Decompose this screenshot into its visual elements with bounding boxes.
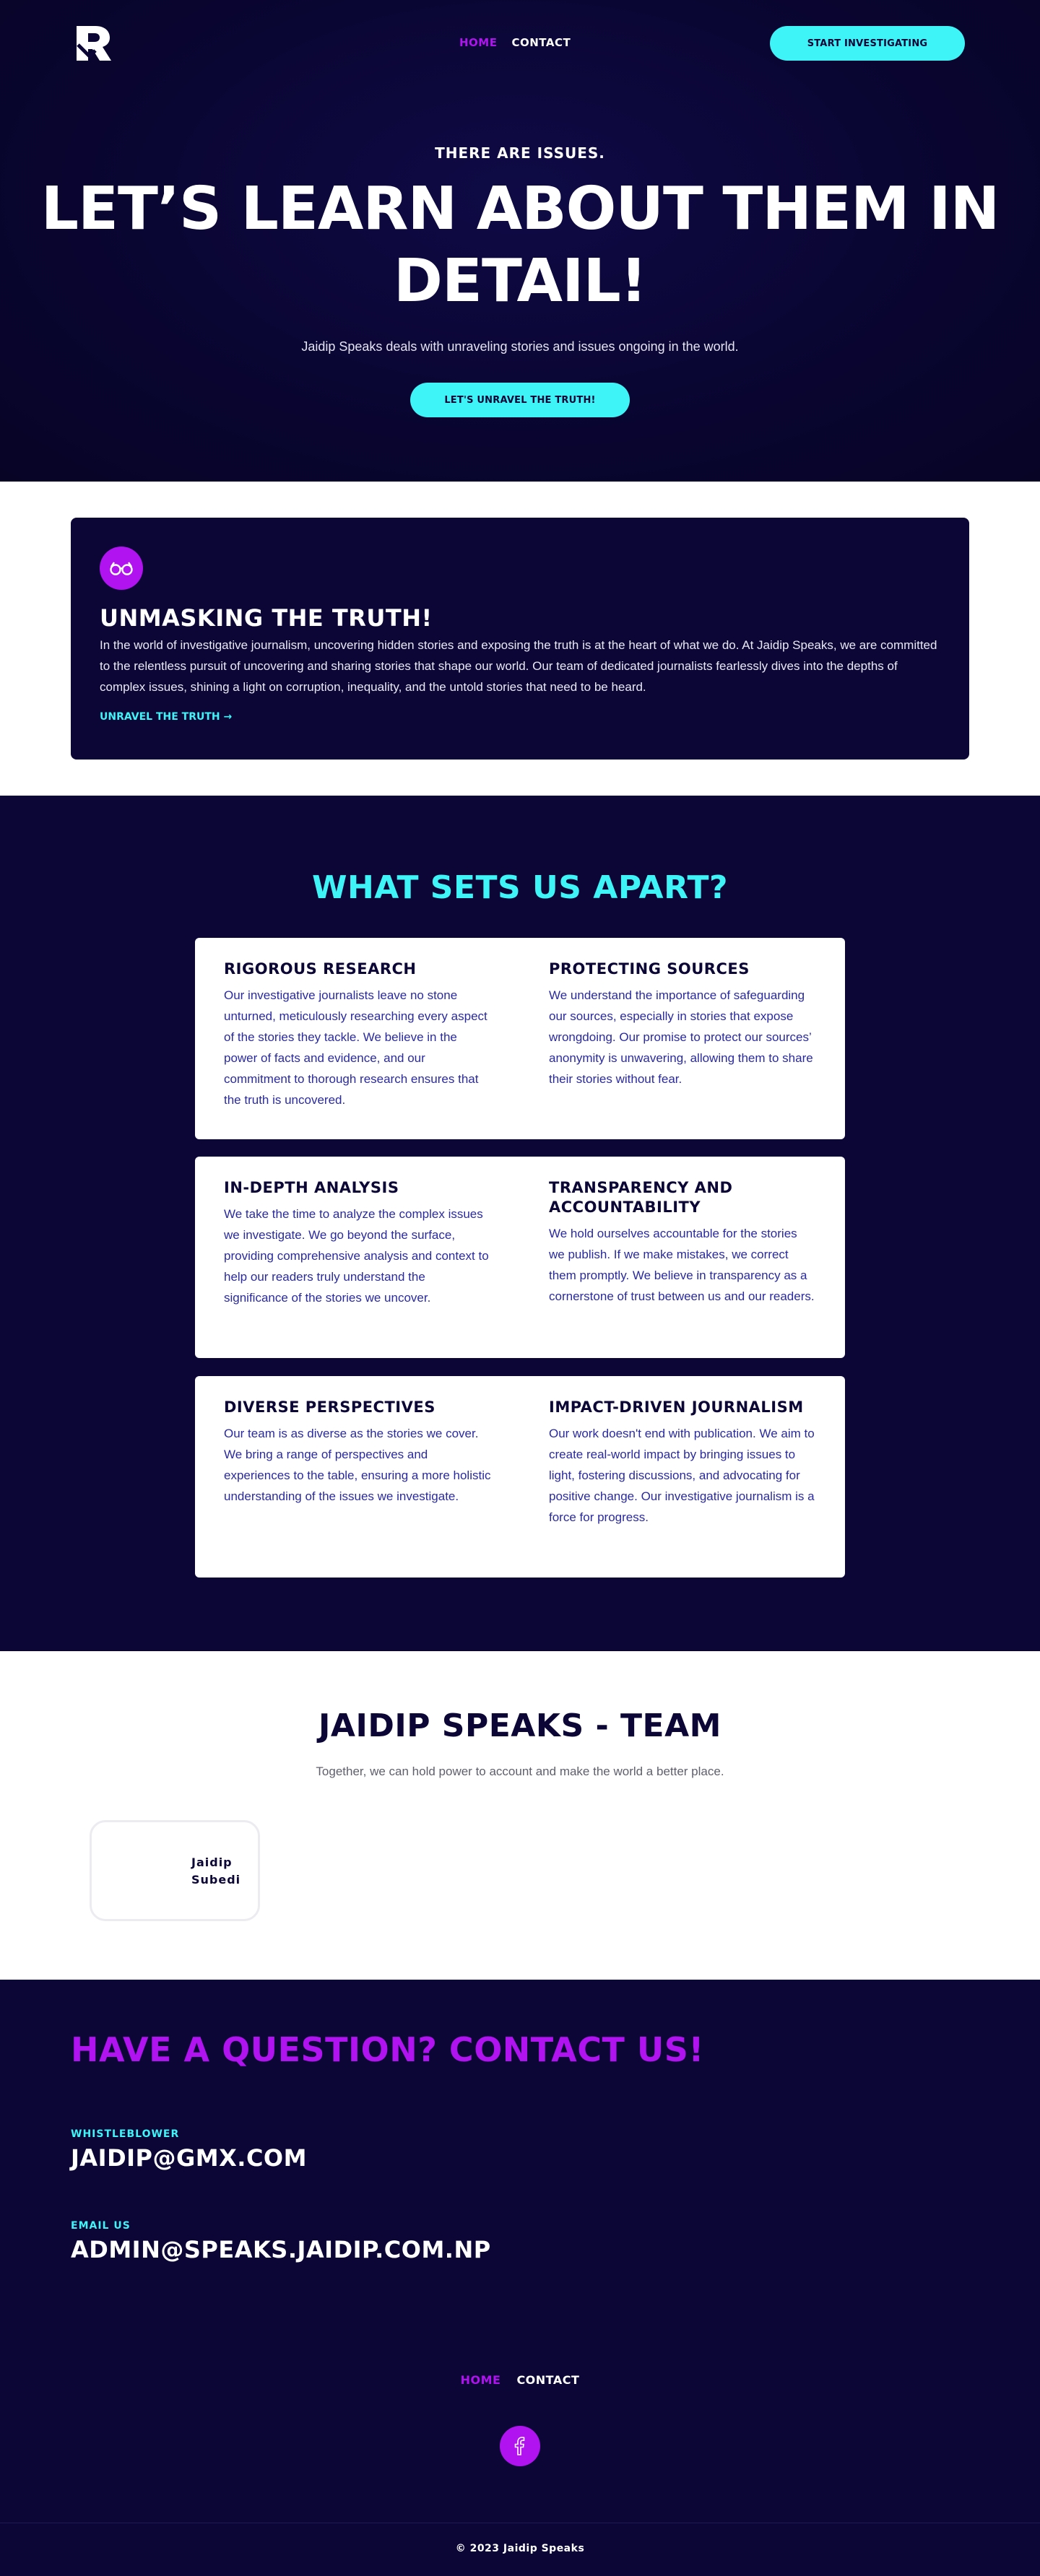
facebook-icon[interactable]	[500, 2426, 540, 2466]
contact-section: HAVE A QUESTION? CONTACT US! WHISTLEBLOW…	[0, 1980, 1040, 2576]
feature-item: DIVERSE PERSPECTIVES Our team is as dive…	[224, 1398, 491, 1507]
hero-title: LET’S LEARN ABOUT THEM IN DETAIL!	[40, 175, 1000, 316]
nav-link-contact[interactable]: CONTACT	[511, 36, 571, 49]
nav-links: HOME CONTACT	[459, 36, 571, 49]
team-member-name: Jaidip Subedi	[191, 1855, 241, 1887]
feature-title: IN-DEPTH ANALYSIS	[224, 1179, 399, 1196]
feature-item: TRANSPARENCY AND ACCOUNTABILITY We hold …	[549, 1178, 816, 1307]
footer-link-contact[interactable]: CONTACT	[516, 2373, 579, 2387]
unmasking-text: In the world of investigative journalism…	[100, 638, 937, 694]
start-investigating-button[interactable]: START INVESTIGATING	[770, 26, 965, 61]
unravel-truth-link[interactable]: UNRAVEL THE TRUTH →	[100, 711, 232, 723]
hero-kicker: THERE ARE ISSUES.	[435, 144, 605, 162]
hero-subtitle: Jaidip Speaks deals with unraveling stor…	[301, 339, 739, 354]
feature-text: Our team is as diverse as the stories we…	[224, 1427, 491, 1503]
footer-nav: HOME CONTACT	[0, 2373, 1040, 2387]
feature-title: RIGOROUS RESEARCH	[224, 960, 417, 978]
whistleblower-email-link[interactable]: JAIDIP@GMX.COM	[71, 2144, 307, 2172]
contact-title: HAVE A QUESTION? CONTACT US!	[71, 2030, 704, 2069]
contact-label: EMAIL US	[71, 2220, 131, 2232]
team-subtitle: Together, we can hold power to account a…	[316, 1765, 724, 1778]
team-title: JAIDIP SPEAKS - TEAM	[318, 1707, 722, 1744]
unmasking-title: UNMASKING THE TRUTH!	[100, 604, 433, 632]
team-section: JAIDIP SPEAKS - TEAM Together, we can ho…	[0, 1651, 1040, 1980]
apart-section: WHAT SETS US APART? RIGOROUS RESEARCH Ou…	[0, 796, 1040, 1651]
apart-title: WHAT SETS US APART?	[311, 869, 729, 906]
copyright-text: © 2023 Jaidip Speaks	[455, 2543, 585, 2554]
feature-title: PROTECTING SOURCES	[549, 960, 750, 978]
feature-card: RIGOROUS RESEARCH Our investigative jour…	[195, 938, 845, 1139]
feature-text: We understand the importance of safeguar…	[549, 988, 813, 1086]
contact-label: WHISTLEBLOWER	[71, 2128, 180, 2140]
feature-item: RIGOROUS RESEARCH Our investigative jour…	[224, 960, 491, 1110]
footer-link-home[interactable]: HOME	[461, 2373, 501, 2387]
logo-icon[interactable]	[74, 23, 114, 64]
feature-title: IMPACT-DRIVEN JOURNALISM	[549, 1398, 804, 1416]
hero-section: HOME CONTACT START INVESTIGATING THERE A…	[0, 0, 1040, 482]
feature-card: DIVERSE PERSPECTIVES Our team is as dive…	[195, 1376, 845, 1578]
feature-item: IN-DEPTH ANALYSIS We take the time to an…	[224, 1178, 491, 1308]
feature-title: DIVERSE PERSPECTIVES	[224, 1398, 436, 1416]
feature-card: IN-DEPTH ANALYSIS We take the time to an…	[195, 1157, 845, 1358]
feature-text: We hold ourselves accountable for the st…	[549, 1227, 815, 1303]
team-member-card[interactable]: Jaidip Subedi	[90, 1820, 260, 1921]
feature-text: We take the time to analyze the complex …	[224, 1207, 489, 1305]
feature-text: Our investigative journalists leave no s…	[224, 988, 488, 1107]
top-nav: HOME CONTACT START INVESTIGATING	[0, 0, 1040, 87]
glasses-icon	[100, 547, 143, 590]
unmasking-card: UNMASKING THE TRUTH! In the world of inv…	[71, 518, 969, 760]
feature-text: Our work doesn't end with publication. W…	[549, 1427, 815, 1524]
feature-title: TRANSPARENCY AND ACCOUNTABILITY	[549, 1179, 733, 1216]
admin-email-link[interactable]: ADMIN@SPEAKS.JAIDIP.COM.NP	[71, 2236, 491, 2263]
unmasking-section: UNMASKING THE TRUTH! In the world of inv…	[0, 482, 1040, 796]
feature-item: PROTECTING SOURCES We understand the imp…	[549, 960, 816, 1089]
nav-link-home[interactable]: HOME	[459, 36, 497, 49]
feature-item: IMPACT-DRIVEN JOURNALISM Our work doesn'…	[549, 1398, 816, 1528]
unravel-truth-button[interactable]: LET'S UNRAVEL THE TRUTH!	[410, 383, 630, 417]
